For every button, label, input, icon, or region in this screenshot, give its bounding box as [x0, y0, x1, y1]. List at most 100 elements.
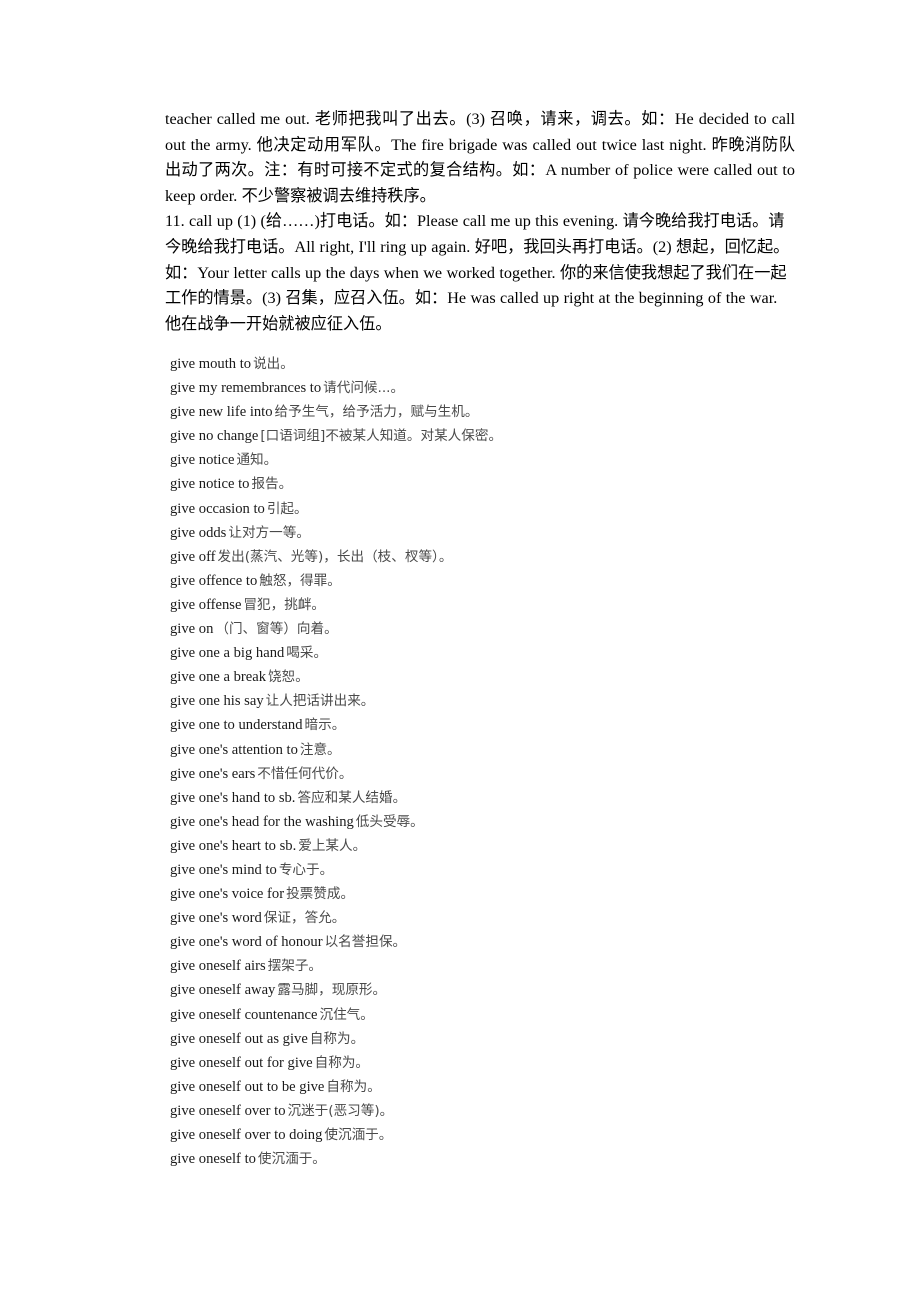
phrase-chinese-gloss: 报告。 [251, 476, 293, 493]
phrase-chinese-gloss: 专心于。 [278, 861, 334, 878]
list-item: give one's word 保证，答允。 [170, 906, 810, 930]
phrase-chinese-gloss: 不惜任何代价。 [257, 765, 353, 782]
phrase-english: give oneself airs [170, 958, 266, 975]
list-item: give on （门、窗等）向着。 [170, 617, 810, 641]
phrase-chinese-gloss: 自称为。 [309, 1030, 365, 1047]
phrase-chinese-gloss: 请代问候...。 [323, 380, 405, 397]
phrase-chinese-gloss: 沉住气。 [319, 1006, 374, 1023]
list-item: give off 发出(蒸汽、光等)，长出（枝、杈等）。 [170, 545, 810, 569]
list-item: give oneself to 使沉湎于。 [170, 1147, 810, 1171]
phrase-chinese-gloss: 触怒，得罪。 [259, 572, 341, 589]
phrase-english: give one's voice for [170, 886, 285, 903]
list-item: give one's ears 不惜任何代价。 [170, 762, 810, 786]
phrase-chinese-gloss: 让对方一等。 [228, 524, 310, 541]
phrase-chinese-gloss: 说出。 [253, 356, 294, 372]
phrase-chinese-gloss: 摆架子。 [267, 958, 323, 975]
list-item: give odds 让对方一等。 [170, 521, 810, 545]
phrase-english: give notice [170, 452, 235, 469]
list-item: give notice 通知。 [170, 448, 810, 472]
phrase-english: give one's head for the washing [170, 813, 354, 830]
phrase-english: give occasion to [170, 500, 265, 517]
list-item: give oneself over to doing 使沉湎于。 [170, 1123, 810, 1147]
phrase-chinese-gloss: 沉迷于(恶习等)。 [287, 1102, 394, 1119]
phrase-english: give no change [170, 428, 259, 445]
phrase-chinese-gloss: 暗示。 [304, 717, 346, 734]
phrase-english: give oneself out for give [170, 1054, 313, 1071]
list-item: give oneself out to be give 自称为。 [170, 1075, 810, 1099]
paragraph-call-out: teacher called me out. 老师把我叫了出去。(3) 召唤，请… [165, 110, 795, 205]
list-item: give offense 冒犯，挑衅。 [170, 593, 810, 617]
phrase-english: give one's heart to sb. [170, 837, 297, 854]
list-item: give oneself over to 沉迷于(恶习等)。 [170, 1099, 810, 1123]
list-item: give offence to 触怒，得罪。 [170, 569, 810, 593]
list-item: give one a break 饶恕。 [170, 665, 810, 689]
phrase-english: give oneself countenance [170, 1006, 318, 1023]
list-item: give oneself countenance 沉住气。 [170, 1003, 810, 1027]
phrase-chinese-gloss: 喝采。 [286, 645, 328, 662]
phrase-english: give one his say [170, 693, 264, 710]
phrase-english: give oneself to [170, 1151, 256, 1168]
phrase-chinese-gloss: 爱上某人。 [298, 837, 367, 854]
phrase-chinese-gloss: 答应和某人结婚。 [297, 789, 407, 806]
list-item: give one to understand 暗示。 [170, 713, 810, 737]
phrase-english: give one's hand to sb. [170, 789, 296, 806]
phrase-chinese-gloss: 给予生气，给予活力，赋与生机。 [274, 404, 479, 421]
list-item: give oneself airs 摆架子。 [170, 954, 810, 978]
list-item: give one's voice for 投票赞成。 [170, 882, 810, 906]
phrase-english: give one's mind to [170, 861, 277, 878]
phrase-chinese-gloss: 通知。 [236, 452, 278, 469]
phrase-chinese-gloss: 低头受辱。 [355, 813, 424, 830]
phrase-english: give one's ears [170, 765, 256, 782]
phrase-english: give my remembrances to [170, 380, 322, 397]
phrase-chinese-gloss: 使沉湎于。 [324, 1127, 393, 1143]
phrase-chinese-gloss: 投票赞成。 [286, 886, 355, 903]
list-item: give one's word of honour 以名誉担保。 [170, 930, 810, 954]
list-item: give one's mind to 专心于。 [170, 858, 810, 882]
list-item: give one a big hand 喝采。 [170, 641, 810, 665]
phrase-english: give one a break [170, 669, 267, 686]
phrase-english: give oneself away [170, 982, 276, 999]
list-item: give oneself away 露马脚，现原形。 [170, 978, 810, 1002]
phrase-english: give one's word [170, 910, 262, 927]
phrase-chinese-gloss: 让人把话讲出来。 [265, 693, 375, 710]
phrase-chinese-gloss: 发出(蒸汽、光等)，长出（枝、杈等）。 [217, 548, 453, 565]
list-item: give one's heart to sb. 爱上某人。 [170, 834, 810, 858]
phrase-chinese-gloss: 引起。 [266, 500, 308, 517]
phrase-chinese-gloss: 保证，答允。 [263, 910, 346, 927]
phrase-chinese-gloss: 冒犯，挑衅。 [243, 596, 326, 613]
phrase-english: give oneself out as give [170, 1030, 308, 1047]
list-item: give notice to 报告。 [170, 472, 810, 496]
phrase-chinese-gloss: 使沉湎于。 [257, 1151, 326, 1168]
list-item: give one's attention to 注意。 [170, 738, 810, 762]
phrase-chinese-gloss: （门、窗等）向着。 [215, 621, 338, 638]
phrase-chinese-gloss: 以名誉担保。 [324, 934, 407, 951]
list-item: give new life into 给予生气，给予活力，赋与生机。 [170, 400, 810, 424]
list-item: give oneself out for give 自称为。 [170, 1051, 810, 1075]
list-item: give my remembrances to 请代问候...。 [170, 376, 810, 400]
phrase-english: give offense [170, 596, 242, 613]
phrase-english: give one to understand [170, 717, 303, 734]
phrase-english: give one's attention to [170, 741, 298, 758]
phrase-chinese-gloss: 露马脚，现原形。 [277, 982, 387, 999]
phrase-english: give notice to [170, 476, 250, 493]
phrase-english: give odds [170, 524, 227, 541]
phrase-list: give mouth to 说出。 give my remembrances to 请… [170, 352, 810, 1171]
phrase-english: give one a big hand [170, 645, 285, 662]
phrase-chinese-gloss: 自称为。 [314, 1054, 370, 1071]
phrase-english: give oneself over to doing [170, 1127, 323, 1143]
phrase-chinese-gloss: 注意。 [299, 741, 341, 758]
list-item: give mouth to 说出。 [170, 352, 810, 376]
prose-block: teacher called me out. 老师把我叫了出去。(3) 召唤，请… [165, 107, 795, 337]
paragraph-call-up: 11. call up (1) (给……)打电话。如：Please call m… [165, 212, 790, 333]
phrase-english: give off [170, 548, 216, 565]
phrase-english: give mouth to [170, 356, 252, 372]
phrase-chinese-gloss: 饶恕。 [268, 669, 309, 686]
list-item: give one's hand to sb. 答应和某人结婚。 [170, 786, 810, 810]
phrase-english: give oneself out to be give [170, 1078, 325, 1095]
phrase-chinese-gloss: [口语词组]不被某人知道。对某人保密。 [260, 428, 503, 445]
phrase-english: give new life into [170, 404, 273, 421]
list-item: give occasion to 引起。 [170, 497, 810, 521]
list-item: give one his say 让人把话讲出来。 [170, 689, 810, 713]
document-page: teacher called me out. 老师把我叫了出去。(3) 召唤，请… [0, 0, 920, 1302]
phrase-chinese-gloss: 自称为。 [326, 1078, 381, 1095]
